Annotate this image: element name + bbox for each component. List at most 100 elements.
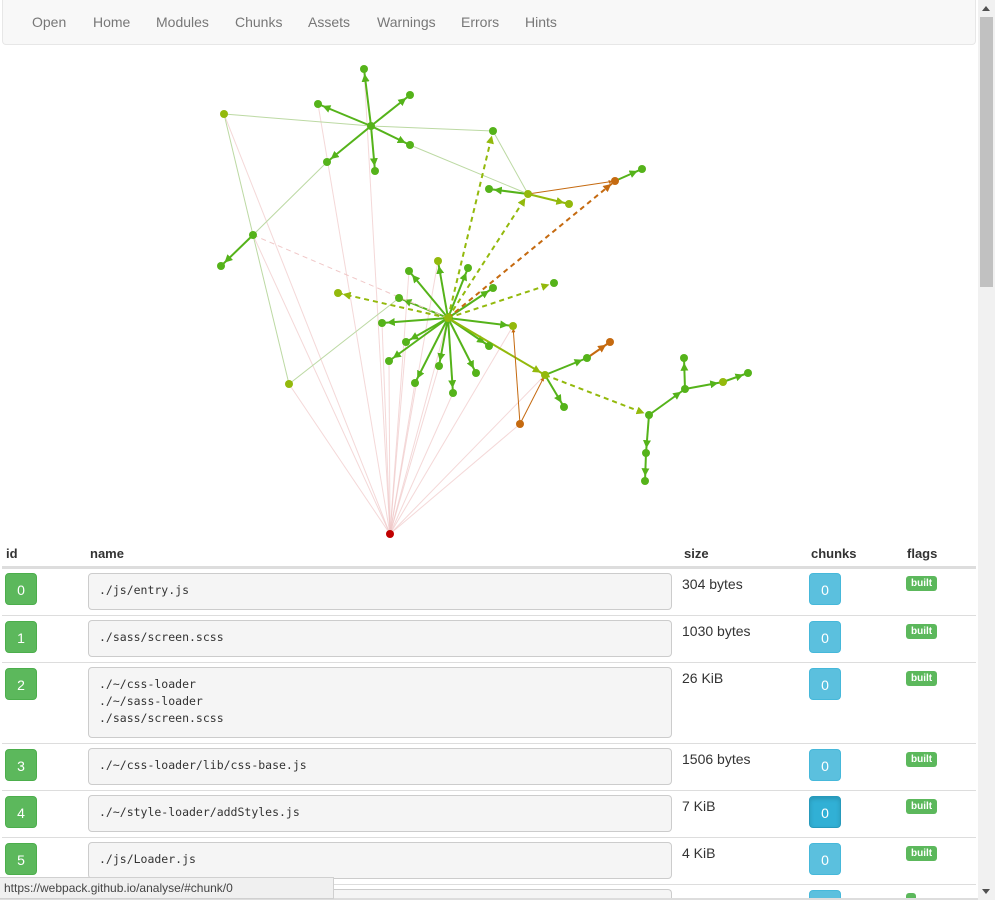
graph-node[interactable] xyxy=(744,369,752,377)
nav-chunks[interactable]: Chunks xyxy=(235,0,282,44)
scrollbar-thumb[interactable] xyxy=(980,17,993,287)
graph-node[interactable] xyxy=(719,378,727,386)
built-badge: built xyxy=(906,671,938,686)
graph-node[interactable] xyxy=(323,158,331,166)
graph-node[interactable] xyxy=(378,319,386,327)
graph-node[interactable] xyxy=(611,177,619,185)
chunk-button[interactable]: 0 xyxy=(809,796,841,828)
module-name: ./~/css-loader/lib/css-base.js xyxy=(88,748,672,785)
nav-assets[interactable]: Assets xyxy=(308,0,350,44)
graph-node[interactable] xyxy=(642,449,650,457)
graph-edge xyxy=(544,357,588,376)
nav-errors[interactable]: Errors xyxy=(461,0,499,44)
module-id-button[interactable]: 1 xyxy=(5,621,37,653)
graph-node[interactable] xyxy=(641,477,649,485)
scroll-down-button[interactable] xyxy=(978,883,995,900)
graph-node[interactable] xyxy=(680,354,688,362)
chunk-button[interactable]: 0 xyxy=(809,843,841,875)
module-size: 1030 bytes xyxy=(682,623,751,639)
chevron-down-icon xyxy=(982,889,990,894)
graph-edge xyxy=(361,68,372,127)
module-id-button[interactable]: 5 xyxy=(5,843,37,875)
graph-node[interactable] xyxy=(541,371,549,379)
graph-node[interactable] xyxy=(314,100,322,108)
graph-node[interactable] xyxy=(444,314,452,322)
header-flags[interactable]: flags xyxy=(907,546,937,561)
graph-node[interactable] xyxy=(485,185,493,193)
graph-edge xyxy=(388,317,449,362)
graph-edge xyxy=(527,193,570,205)
nav-warnings[interactable]: Warnings xyxy=(377,0,436,44)
graph-edge-faint xyxy=(389,423,521,535)
graph-node[interactable] xyxy=(472,369,480,377)
nav-open[interactable]: Open xyxy=(32,0,66,44)
graph-edge xyxy=(684,380,724,390)
chunk-button[interactable]: 0 xyxy=(809,621,841,653)
graph-node[interactable] xyxy=(434,257,442,265)
chunk-button[interactable]: 0 xyxy=(809,749,841,781)
graph-edge-faint xyxy=(317,103,391,535)
graph-node[interactable] xyxy=(516,420,524,428)
module-name: ./js/entry.js xyxy=(88,573,672,610)
graph-edge xyxy=(643,414,651,454)
graph-edge xyxy=(436,260,449,319)
graph-node[interactable] xyxy=(524,190,532,198)
nav-home[interactable]: Home xyxy=(93,0,130,44)
graph-edge-dashed xyxy=(447,130,494,319)
chunk-button[interactable]: 0 xyxy=(809,573,841,605)
graph-node[interactable] xyxy=(220,110,228,118)
module-id-button[interactable]: 3 xyxy=(5,749,37,781)
graph-node[interactable] xyxy=(435,362,443,370)
module-id-button[interactable]: 4 xyxy=(5,796,37,828)
header-id[interactable]: id xyxy=(6,546,18,561)
graph-node[interactable] xyxy=(606,338,614,346)
graph-node[interactable] xyxy=(285,380,293,388)
graph-node[interactable] xyxy=(560,403,568,411)
graph-node[interactable] xyxy=(334,289,342,297)
graph-node[interactable] xyxy=(367,122,375,130)
graph-node[interactable] xyxy=(405,267,413,275)
nav-hints[interactable]: Hints xyxy=(525,0,557,44)
graph-node[interactable] xyxy=(385,357,393,365)
header-name[interactable]: name xyxy=(90,546,124,561)
graph-node[interactable] xyxy=(395,294,403,302)
graph-node[interactable] xyxy=(411,379,419,387)
graph-edge-dashed xyxy=(447,193,529,319)
module-id-button[interactable]: 0 xyxy=(5,573,37,605)
graph-node[interactable] xyxy=(485,342,493,350)
graph-node[interactable] xyxy=(645,411,653,419)
scroll-up-button[interactable] xyxy=(978,0,995,17)
graph-node[interactable] xyxy=(406,141,414,149)
chunk-button[interactable]: 0 xyxy=(809,668,841,700)
graph-node[interactable] xyxy=(509,322,517,330)
graph-node[interactable] xyxy=(360,65,368,73)
graph-node[interactable] xyxy=(449,389,457,397)
built-badge: built xyxy=(906,799,938,814)
graph-node[interactable] xyxy=(217,262,225,270)
graph-node[interactable] xyxy=(406,91,414,99)
graph-node[interactable] xyxy=(565,200,573,208)
graph-node[interactable] xyxy=(583,354,591,362)
graph-edge xyxy=(223,113,254,236)
graph-edge-faint xyxy=(252,234,391,535)
nav-modules[interactable]: Modules xyxy=(156,0,209,44)
module-size: 7 KiB xyxy=(682,798,716,814)
graph-node[interactable] xyxy=(249,231,257,239)
graph-node[interactable] xyxy=(489,284,497,292)
header-chunks[interactable]: chunks xyxy=(811,546,857,561)
graph-node[interactable] xyxy=(489,127,497,135)
module-dependency-graph[interactable] xyxy=(0,46,976,541)
header-size[interactable]: size xyxy=(684,546,709,561)
chevron-up-icon xyxy=(982,6,990,11)
graph-node[interactable] xyxy=(638,165,646,173)
graph-node[interactable] xyxy=(550,279,558,287)
graph-node[interactable] xyxy=(371,167,379,175)
module-id-button[interactable]: 2 xyxy=(5,668,37,700)
graph-node[interactable] xyxy=(386,530,394,538)
graph-node[interactable] xyxy=(464,264,472,272)
module-name: ./~/css-loader ./~/sass-loader ./sass/sc… xyxy=(88,667,672,738)
graph-edge xyxy=(648,388,686,416)
graph-node[interactable] xyxy=(681,385,689,393)
graph-node[interactable] xyxy=(402,338,410,346)
graph-edge xyxy=(447,317,457,394)
